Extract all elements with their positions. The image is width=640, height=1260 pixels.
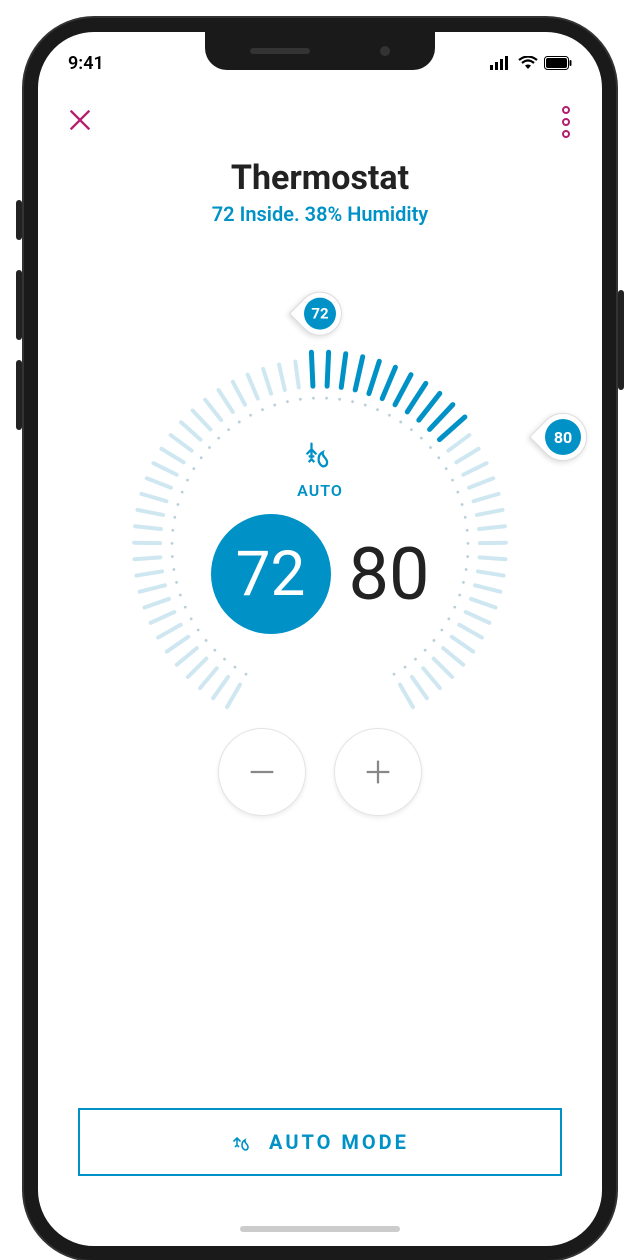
phone-power-button — [618, 290, 624, 390]
high-temperature[interactable]: 80 — [349, 532, 430, 617]
close-button[interactable] — [66, 106, 94, 138]
mode-button[interactable]: AUTO MODE — [78, 1108, 562, 1176]
home-indicator — [240, 1226, 400, 1232]
page-subtitle: 72 Inside. 38% Humidity — [38, 202, 602, 226]
high-setpoint-value: 80 — [545, 419, 581, 455]
low-setpoint-value: 72 — [304, 298, 336, 330]
phone-notch — [205, 32, 435, 70]
wifi-icon — [518, 56, 538, 70]
minus-icon — [245, 755, 279, 789]
close-icon — [66, 106, 94, 134]
signal-icon — [490, 56, 512, 70]
auto-mode-icon — [231, 1130, 255, 1154]
phone-frame: 9:41 Thermostat 72 Inside. 38% Humidity — [24, 18, 616, 1260]
status-time: 9:41 — [68, 53, 104, 74]
more-options-button[interactable] — [558, 102, 574, 142]
auto-mode-icon — [190, 438, 450, 479]
page-header: Thermostat 72 Inside. 38% Humidity — [38, 158, 602, 226]
mode-label: AUTO — [190, 481, 450, 500]
mode-button-label: AUTO MODE — [269, 1130, 409, 1154]
dial-center: AUTO 72 80 — [190, 458, 450, 634]
decrease-button[interactable] — [218, 728, 306, 816]
phone-volume-down — [16, 360, 22, 430]
page-title: Thermostat — [38, 158, 602, 198]
phone-side-button — [16, 200, 22, 240]
thermostat-dial[interactable]: 72 80 AUTO 72 80 — [38, 286, 602, 806]
more-dots-icon — [562, 106, 570, 114]
low-temperature[interactable]: 72 — [211, 514, 331, 634]
top-nav — [38, 82, 602, 152]
increase-button[interactable] — [334, 728, 422, 816]
battery-icon — [544, 56, 572, 70]
plus-icon — [361, 755, 395, 789]
phone-volume-up — [16, 270, 22, 340]
